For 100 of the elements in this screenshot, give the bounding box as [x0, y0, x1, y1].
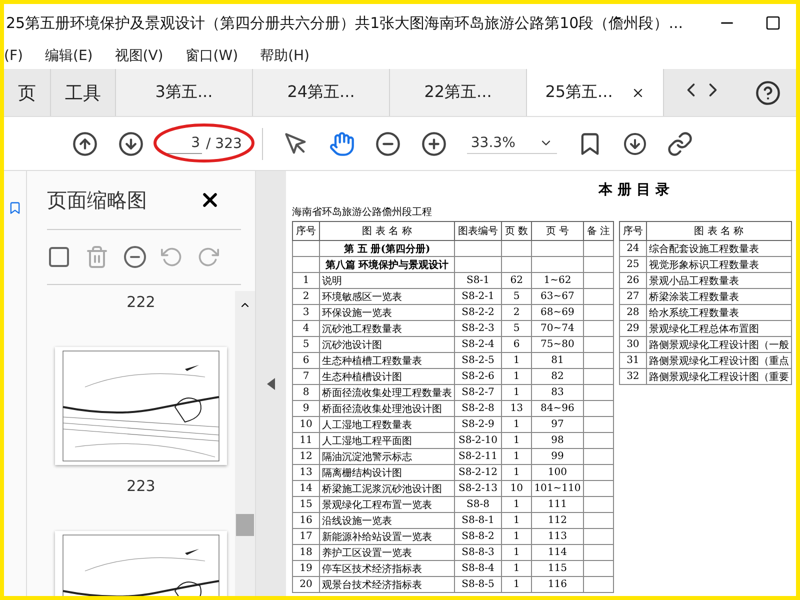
table-cell: 13 — [502, 400, 532, 416]
table-cell: S8-2-8 — [454, 400, 502, 416]
table-cell: 观景台技术经济指标表 — [320, 576, 454, 592]
menu-item[interactable]: 视图(V) — [114, 46, 164, 64]
table-cell: 景观绿化工程总体布置图 — [646, 320, 792, 336]
table-cell: 桥面径流收集处理池设计图 — [320, 400, 454, 416]
tab[interactable]: 25第五... — [527, 69, 664, 116]
table-cell: S8-8 — [454, 496, 502, 512]
column-header: 图表编号 — [454, 222, 502, 240]
section-heading: 第八篇 环境保护与景观设计 — [320, 256, 454, 272]
page-number-field[interactable]: 3 — [164, 133, 202, 154]
table-cell: 29 — [619, 320, 646, 336]
table-cell: 路侧景观绿化工程设计图（重点 — [646, 352, 792, 368]
table-cell: 75~80 — [532, 336, 584, 352]
zoom-in-icon[interactable] — [420, 130, 447, 156]
tab[interactable]: 22第五... — [390, 69, 527, 116]
next-page-icon[interactable] — [118, 130, 144, 156]
table-cell: 1 — [292, 272, 320, 288]
table-cell: 10 — [502, 480, 532, 496]
table-cell: 113 — [532, 528, 584, 544]
table-cell: 111 — [532, 496, 584, 512]
table-cell: S8-2-9 — [454, 416, 502, 432]
table-cell: 景观绿化工程布置一览表 — [320, 496, 454, 512]
table-cell: S8-2-12 — [454, 464, 502, 480]
table-cell: S8-8-3 — [454, 544, 502, 560]
table-cell: 26 — [619, 272, 646, 288]
menu-item[interactable]: 编辑(E) — [44, 46, 93, 64]
table-cell: 99 — [532, 448, 584, 464]
table-cell: 4 — [292, 320, 320, 336]
table-cell: S8-1 — [454, 272, 502, 288]
previous-page-icon[interactable] — [72, 130, 98, 156]
table-cell: 100 — [532, 464, 584, 480]
table-cell: 1~62 — [532, 272, 584, 288]
table-cell: 隔离栅结构设计图 — [320, 464, 454, 480]
table-cell: 养护工区设置一览表 — [320, 544, 454, 560]
table-cell: 新能源补给站设置一览表 — [320, 528, 454, 544]
tab[interactable]: 24第五... — [253, 69, 390, 116]
table-cell: 环境敏感区一览表 — [320, 288, 454, 304]
table-cell: 人工湿地工程平面图 — [320, 432, 454, 448]
zoom-out-icon[interactable] — [374, 130, 401, 156]
table-cell: 98 — [532, 432, 584, 448]
table-cell: 3 — [292, 304, 320, 320]
collapse-arrow-icon[interactable] — [267, 378, 275, 390]
table-cell: 说明 — [320, 272, 454, 288]
table-cell: 1 — [502, 432, 532, 448]
table-cell: 隔油沉淀池警示标志 — [320, 448, 454, 464]
help-icon[interactable] — [754, 80, 780, 106]
table-cell: 81 — [532, 352, 584, 368]
column-header: 图 表 名 称 — [646, 222, 792, 240]
hand-icon[interactable] — [328, 130, 355, 156]
bookmark-icon[interactable] — [8, 201, 22, 215]
table-cell: 环保设施一览表 — [320, 304, 454, 320]
table-cell: 32 — [619, 368, 646, 384]
table-cell: 30 — [619, 336, 646, 352]
table-cell: 景观小品工程数量表 — [646, 272, 792, 288]
table-cell: 沿线设施一览表 — [320, 512, 454, 528]
table-cell: 1 — [502, 416, 532, 432]
table-cell: 12 — [292, 448, 320, 464]
table-cell: 生态种植槽设计图 — [320, 368, 454, 384]
document-title: 本 册 目 录 — [597, 181, 670, 199]
table-cell: 人工湿地工程数量表 — [320, 416, 454, 432]
column-header: 序号 — [619, 222, 646, 240]
table-cell: 19 — [292, 560, 320, 576]
table-cell: 路侧景观绿化工程设计图（一般 — [646, 336, 792, 352]
tab[interactable]: 3第五... — [116, 69, 253, 116]
table-cell: S8-2-4 — [454, 336, 502, 352]
scrollbar-thumb[interactable] — [236, 514, 254, 536]
map-thumbnail-drawing[interactable] — [55, 347, 227, 465]
table-cell: 27 — [619, 288, 646, 304]
table-cell: 114 — [532, 544, 584, 560]
table-cell: 2 — [292, 288, 320, 304]
table-cell: S8-8-2 — [454, 528, 502, 544]
table-cell: 视觉形象标识工程数量表 — [646, 256, 792, 272]
table-cell: 给水系统工程数量表 — [646, 304, 792, 320]
column-header: 序号 — [292, 222, 320, 240]
menu-item[interactable]: (F) — [4, 48, 23, 64]
table-cell: 桥梁涂装工程数量表 — [646, 288, 792, 304]
panel-title: 页面缩略图 — [47, 186, 147, 214]
column-header: 页 号 — [532, 222, 584, 240]
table-cell: 2 — [502, 304, 532, 320]
table-cell: 17 — [292, 528, 320, 544]
menu-item[interactable]: 窗口(W) — [185, 46, 238, 64]
table-cell: S8-8-5 — [454, 576, 502, 592]
table-cell: 6 — [292, 352, 320, 368]
menu-item[interactable]: 帮助(H) — [260, 46, 310, 64]
table-cell: 生态种植槽工程数量表 — [320, 352, 454, 368]
table-cell: 20 — [292, 576, 320, 592]
table-cell: 83 — [532, 384, 584, 400]
maximize-icon[interactable] — [765, 15, 781, 31]
column-header: 页 数 — [502, 222, 532, 240]
table-cell: 24 — [619, 240, 646, 256]
table-cell: 5 — [502, 320, 532, 336]
table-cell: S8-2-3 — [454, 320, 502, 336]
table-cell: S8-2-6 — [454, 368, 502, 384]
table-cell: 1 — [502, 512, 532, 528]
table-cell: S8-2-1 — [454, 288, 502, 304]
table-cell: 14 — [292, 480, 320, 496]
table-cell: S8-2-10 — [454, 432, 502, 448]
table-cell: 1 — [502, 544, 532, 560]
zoom-dropdown[interactable]: 33.3% — [466, 133, 558, 154]
